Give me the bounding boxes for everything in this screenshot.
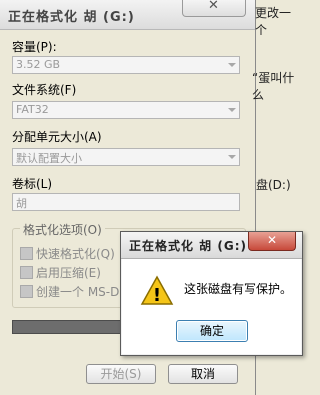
message-box-body: ! 这张磁盘有写保护。 确定 xyxy=(122,259,301,354)
close-icon: ✕ xyxy=(266,233,278,247)
background-text-3: 盘(D:) xyxy=(256,178,291,192)
enable-compression-label: 启用压缩(E) xyxy=(36,266,101,280)
background-text-2: “蛋叫什么 xyxy=(252,71,295,102)
message-box-close-button[interactable]: ✕ xyxy=(248,232,296,251)
message-box-titlebar: 正在格式化 胡 (G:) ✕ xyxy=(121,232,302,259)
volume-label-value: 胡 xyxy=(16,197,27,210)
capacity-select[interactable]: 3.52 GB xyxy=(12,56,240,74)
alloc-unit-value: 默认配置大小 xyxy=(16,152,82,165)
volume-label-input[interactable]: 胡 xyxy=(12,193,240,211)
capacity-label: 容量(P): xyxy=(12,40,57,54)
alloc-unit-select[interactable]: 默认配置大小 xyxy=(12,148,240,166)
ok-button[interactable]: 确定 xyxy=(176,320,248,342)
warning-icon: ! xyxy=(140,275,174,306)
volume-label-label: 卷标(L) xyxy=(12,177,53,191)
format-dialog-title: 正在格式化 胡 (G:) xyxy=(8,10,135,25)
chevron-down-icon xyxy=(228,63,236,67)
start-button[interactable]: 开始(S) xyxy=(86,364,156,384)
capacity-value: 3.52 GB xyxy=(16,58,61,71)
create-msdos-checkbox[interactable] xyxy=(20,285,33,298)
quick-format-checkbox[interactable] xyxy=(20,247,33,260)
format-dialog-titlebar: 正在格式化 胡 (G:) ✕ xyxy=(0,0,255,30)
chevron-down-icon xyxy=(228,155,236,159)
background-text-1: 更改一个 xyxy=(255,6,292,37)
filesystem-value: FAT32 xyxy=(16,103,49,116)
write-protect-message-box: 正在格式化 胡 (G:) ✕ ! 这张磁盘有写保护。 确定 xyxy=(120,231,303,356)
enable-compression-checkbox[interactable] xyxy=(20,266,33,279)
chevron-down-icon xyxy=(228,108,236,112)
cancel-button[interactable]: 取消 xyxy=(168,364,238,384)
warning-glyph: ! xyxy=(153,285,161,306)
format-options-title: 格式化选项(O) xyxy=(20,221,105,238)
close-icon: ✕ xyxy=(208,0,219,13)
filesystem-label: 文件系统(F) xyxy=(12,83,77,97)
message-text: 这张磁盘有写保护。 xyxy=(184,282,293,296)
message-box-title: 正在格式化 胡 (G:) xyxy=(129,239,247,253)
filesystem-select[interactable]: FAT32 xyxy=(12,101,240,119)
alloc-unit-label: 分配单元大小(A) xyxy=(12,130,102,144)
quick-format-label: 快速格式化(Q) xyxy=(36,247,115,261)
format-dialog-close-button[interactable]: ✕ xyxy=(182,0,246,17)
